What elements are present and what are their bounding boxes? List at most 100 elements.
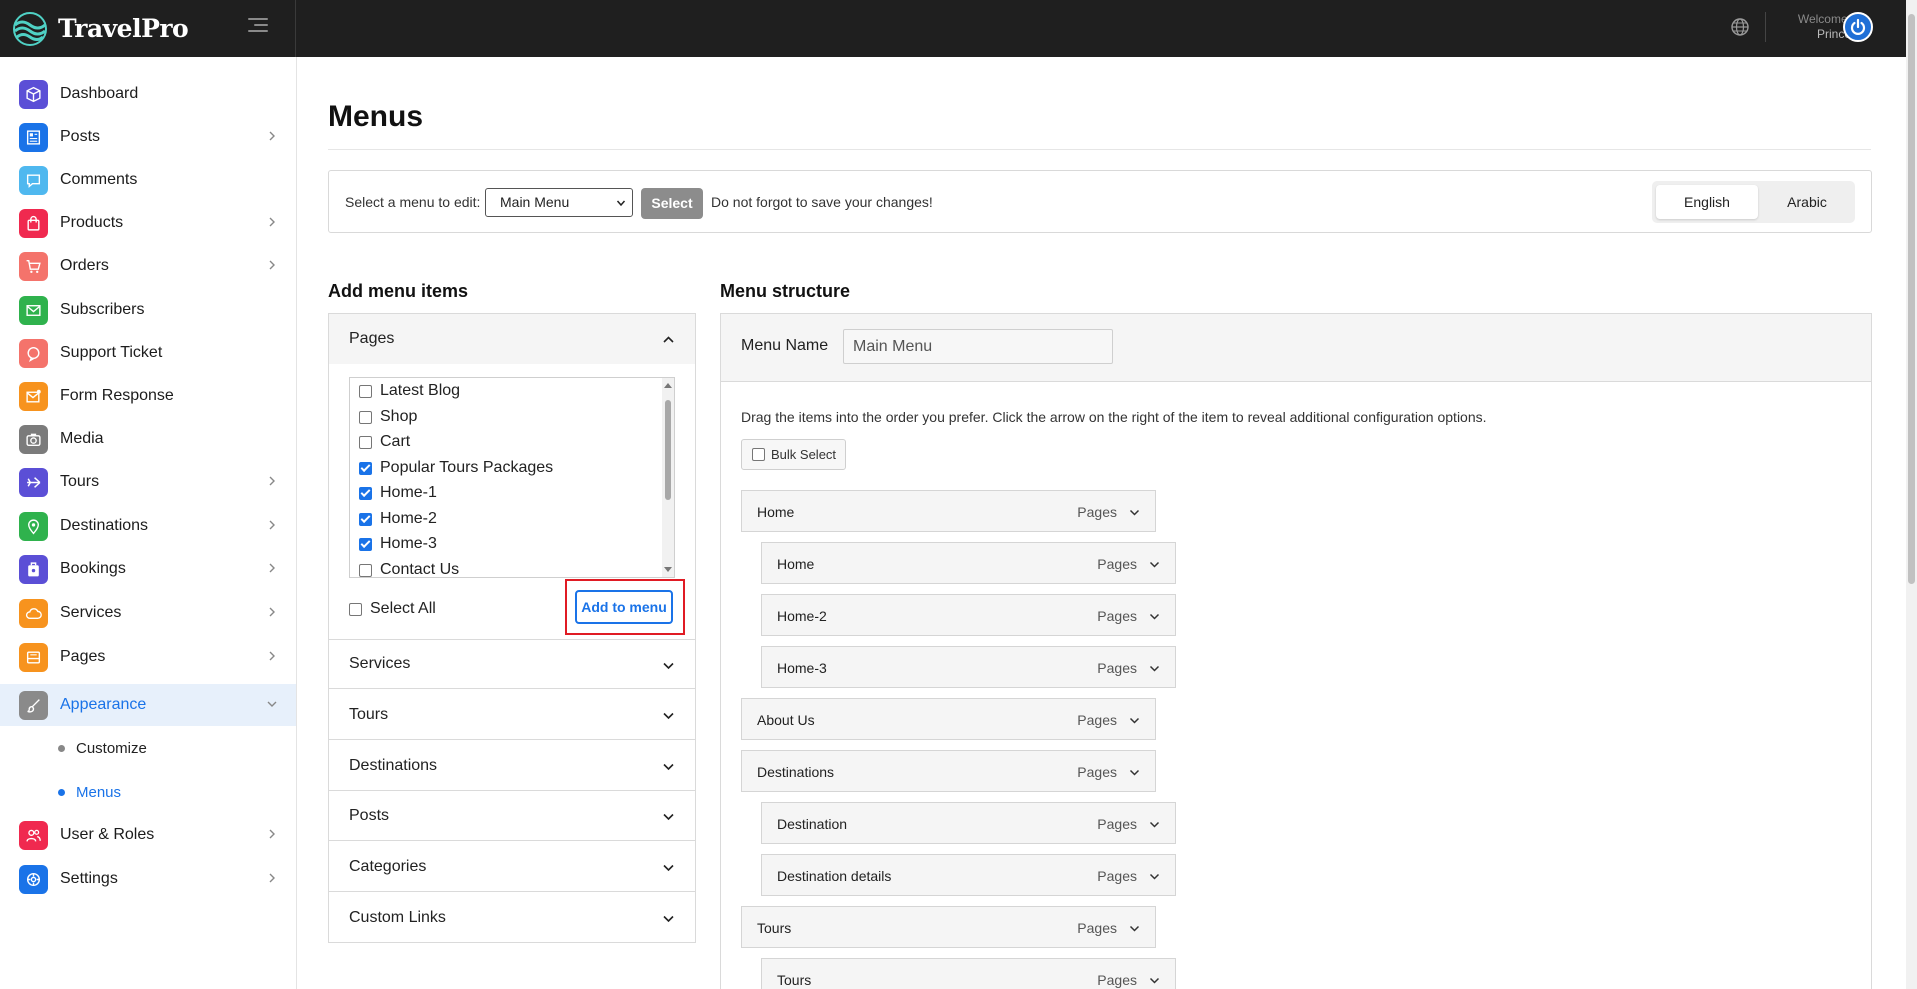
accordion-pages[interactable]: Pages — [329, 314, 695, 364]
sidebar-item-media[interactable]: Media — [0, 418, 296, 460]
select-button[interactable]: Select — [641, 188, 703, 219]
sidebar-item-appearance[interactable]: Appearance — [0, 684, 296, 726]
chevron-down-icon[interactable] — [1149, 819, 1160, 830]
checkbox-checked[interactable] — [359, 512, 372, 526]
bullet-icon — [58, 744, 65, 752]
accordion-categories[interactable]: Categories — [329, 842, 695, 892]
sidebar-item-label: Bookings — [60, 560, 126, 577]
envelope-icon — [19, 295, 48, 325]
accordion-tours[interactable]: Tours — [329, 690, 695, 740]
menu-item-type: Pages — [1097, 972, 1137, 988]
window-scroll-thumb[interactable] — [1908, 14, 1915, 584]
sidebar-subitem-customize[interactable]: Customize — [58, 733, 147, 763]
checkbox[interactable] — [359, 410, 372, 424]
menu-item[interactable]: Tours Pages — [761, 958, 1176, 989]
menu-item[interactable]: Tours Pages — [741, 906, 1156, 948]
page-label: Home-2 — [380, 510, 437, 527]
list-item[interactable]: Home-2 — [359, 508, 437, 530]
page-label: Latest Blog — [380, 382, 461, 399]
add-to-menu-button[interactable]: Add to menu — [575, 590, 673, 624]
globe-icon[interactable] — [1729, 16, 1751, 38]
select-menu-label: Select a menu to edit: — [345, 194, 481, 210]
accordion-posts[interactable]: Posts — [329, 791, 695, 841]
scroll-down-arrow-icon[interactable] — [664, 567, 672, 572]
sidebar-item-destinations[interactable]: Destinations — [0, 505, 296, 547]
chevron-down-icon[interactable] — [1149, 611, 1160, 622]
menu-item-type: Pages — [1097, 556, 1137, 572]
sidebar-item-products[interactable]: Products — [0, 202, 296, 244]
list-item[interactable]: Shop — [359, 406, 417, 428]
bulk-select-button[interactable]: Bulk Select — [741, 439, 846, 470]
list-item[interactable]: Latest Blog — [359, 380, 460, 402]
pin-icon — [19, 511, 48, 541]
sidebar-item-bookings[interactable]: Bookings — [0, 548, 296, 590]
menu-item[interactable]: Destination details Pages — [761, 854, 1176, 896]
select-all[interactable]: Select All — [349, 600, 436, 618]
menu-item[interactable]: Home-2 Pages — [761, 594, 1176, 636]
menu-item[interactable]: Destinations Pages — [741, 750, 1156, 792]
sidebar: Dashboard Posts Comments Products Orders… — [0, 57, 297, 989]
menu-select[interactable]: Main Menu — [485, 188, 633, 217]
pages-checklist[interactable]: Latest Blog Shop Cart Popular Tours Pack… — [349, 377, 675, 578]
menu-item[interactable]: Home-3 Pages — [761, 646, 1176, 688]
sidebar-item-dashboard[interactable]: Dashboard — [0, 73, 296, 115]
chevron-down-icon[interactable] — [1149, 559, 1160, 570]
checkbox[interactable] — [349, 602, 362, 616]
chevron-down-icon[interactable] — [1129, 923, 1140, 934]
sidebar-item-services[interactable]: Services — [0, 592, 296, 634]
language-arabic[interactable]: Arabic — [1756, 185, 1858, 219]
sidebar-subitem-menus[interactable]: Menus — [58, 777, 121, 807]
sidebar-item-user-roles[interactable]: User & Roles — [0, 814, 296, 856]
list-item[interactable]: Home-1 — [359, 482, 437, 504]
menu-item[interactable]: About Us Pages — [741, 698, 1156, 740]
menu-item[interactable]: Home Pages — [741, 490, 1156, 532]
menu-name-input[interactable]: Main Menu — [843, 329, 1113, 364]
list-item[interactable]: Cart — [359, 431, 410, 453]
checkbox-checked[interactable] — [359, 461, 372, 475]
menu-item[interactable]: Home Pages — [761, 542, 1176, 584]
chevron-down-icon[interactable] — [1129, 715, 1140, 726]
sidebar-item-orders[interactable]: Orders — [0, 245, 296, 287]
chevron-down-icon[interactable] — [1149, 663, 1160, 674]
sidebar-item-form-response[interactable]: Form Response — [0, 375, 296, 417]
checkbox[interactable] — [752, 448, 765, 461]
sidebar-item-posts[interactable]: Posts — [0, 116, 296, 158]
menu-toggle-icon[interactable] — [248, 18, 270, 36]
chevron-right-icon — [269, 131, 275, 141]
power-icon[interactable] — [1843, 12, 1873, 42]
chevron-down-icon[interactable] — [1129, 767, 1140, 778]
accordion-custom-links[interactable]: Custom Links — [329, 893, 695, 943]
chevron-down-icon — [663, 813, 674, 821]
chevron-down-icon — [663, 864, 674, 872]
chevron-down-icon[interactable] — [1129, 507, 1140, 518]
sidebar-item-subscribers[interactable]: Subscribers — [0, 289, 296, 331]
chevron-down-icon — [616, 200, 626, 207]
list-item[interactable]: Popular Tours Packages — [359, 457, 553, 479]
sidebar-item-pages[interactable]: Pages — [0, 636, 296, 678]
accordion-services[interactable]: Services — [329, 639, 695, 689]
scroll-up-arrow-icon[interactable] — [664, 383, 672, 388]
window-scrollbar[interactable] — [1906, 0, 1917, 989]
chevron-down-icon[interactable] — [1149, 871, 1160, 882]
sidebar-item-support-ticket[interactable]: Support Ticket — [0, 332, 296, 374]
checkbox-checked[interactable] — [359, 537, 372, 551]
menu-item[interactable]: Destination Pages — [761, 802, 1176, 844]
list-item[interactable]: Contact Us — [359, 559, 459, 577]
accordion-title: Services — [349, 655, 411, 672]
sidebar-item-label: Destinations — [60, 517, 149, 534]
sidebar-item-label: Form Response — [60, 387, 174, 404]
chevron-down-icon[interactable] — [1149, 975, 1160, 986]
checkbox[interactable] — [359, 384, 372, 398]
accordion-destinations[interactable]: Destinations — [329, 741, 695, 791]
sidebar-item-tours[interactable]: Tours — [0, 461, 296, 503]
sidebar-item-label: Posts — [60, 128, 101, 145]
sidebar-item-settings[interactable]: Settings — [0, 858, 296, 900]
scroll-thumb[interactable] — [665, 400, 671, 500]
checkbox[interactable] — [359, 435, 372, 449]
list-scrollbar[interactable] — [662, 378, 674, 577]
checkbox[interactable] — [359, 563, 372, 577]
language-english[interactable]: English — [1656, 185, 1758, 219]
list-item[interactable]: Home-3 — [359, 533, 437, 555]
sidebar-item-comments[interactable]: Comments — [0, 159, 296, 201]
checkbox-checked[interactable] — [359, 486, 372, 500]
